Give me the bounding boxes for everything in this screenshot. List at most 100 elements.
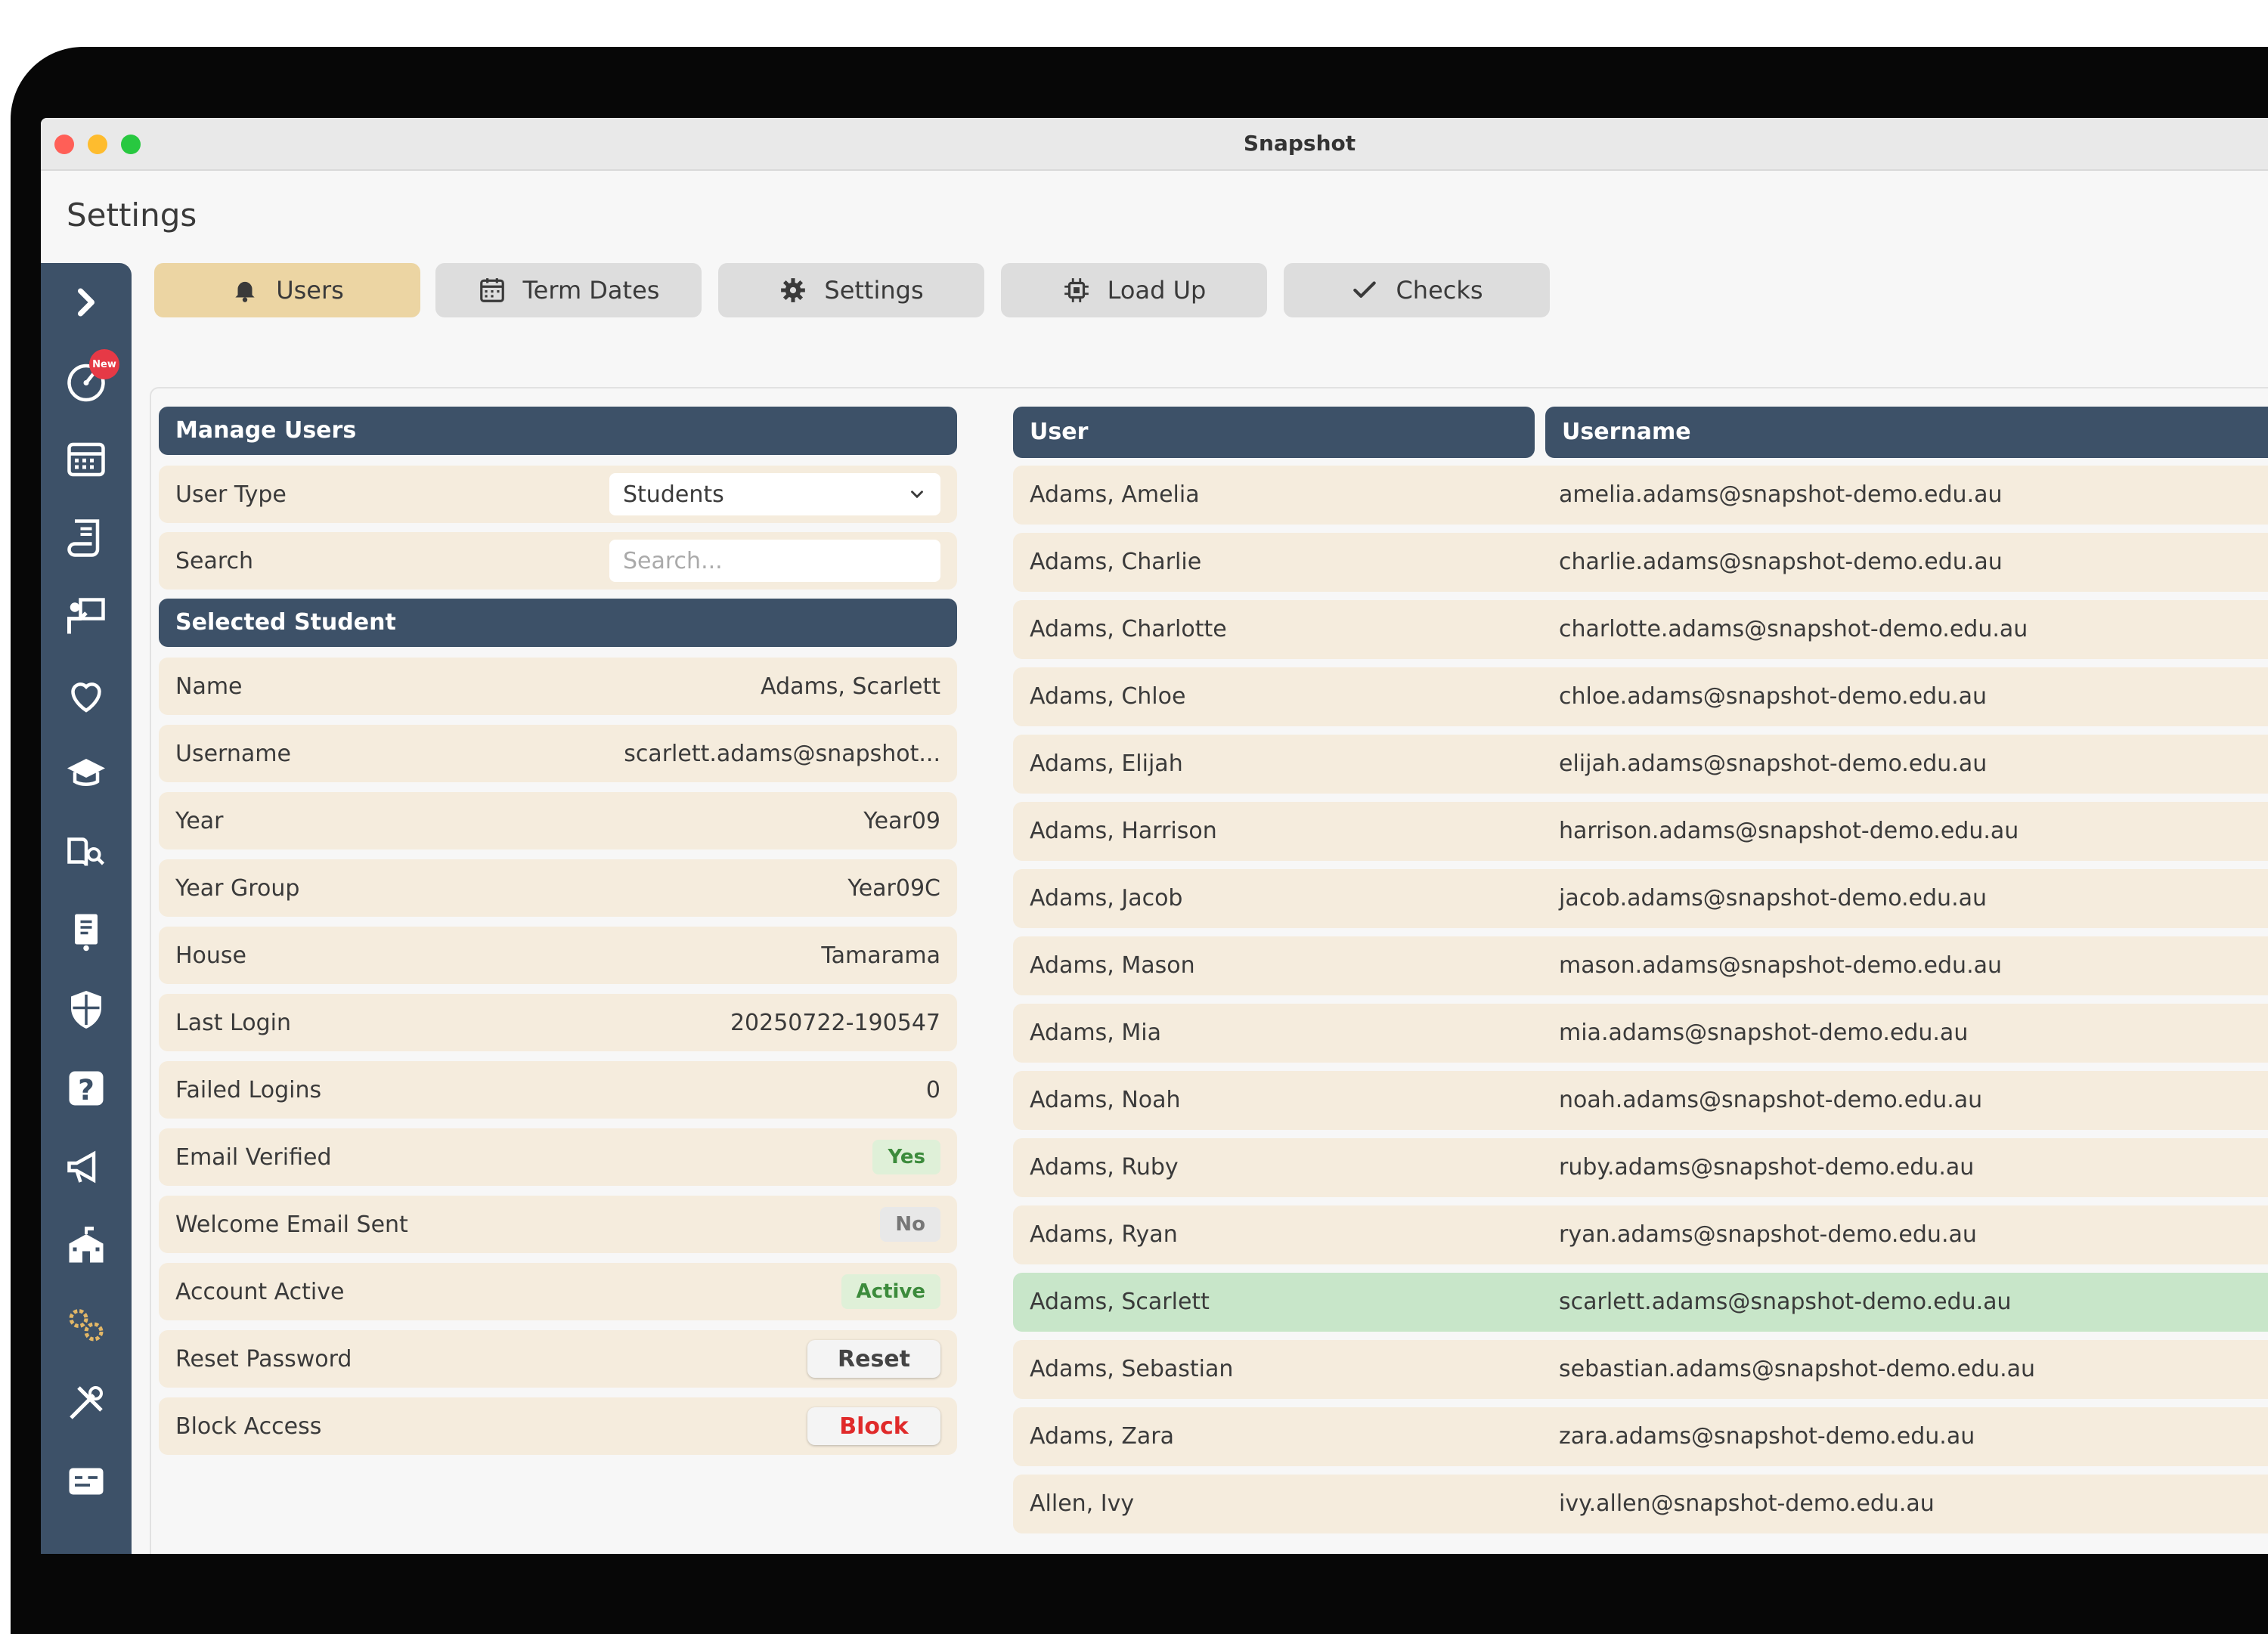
- sidebar-item-library[interactable]: [62, 828, 110, 877]
- sidebar-item-scroll[interactable]: [62, 514, 110, 562]
- user-cell: Adams, Harrison: [1030, 818, 1217, 844]
- account-active-badge: Active: [841, 1274, 940, 1309]
- sidebar-item-configuration[interactable]: [62, 1300, 110, 1348]
- email-verified-row: Email Verified Yes: [159, 1128, 957, 1186]
- table-row[interactable]: Adams, Amelia amelia.adams@snapshot-demo.…: [1013, 466, 2268, 525]
- document-icon: [75, 914, 98, 952]
- tab-checks[interactable]: Checks: [1284, 263, 1550, 317]
- svg-text:?: ?: [78, 1073, 94, 1106]
- field-label: Block Access: [175, 1413, 322, 1440]
- teacher-icon: [67, 598, 105, 634]
- username-cell: ruby.adams@snapshot-demo.edu.au: [1559, 1154, 1975, 1181]
- app-window: Snapshot Settings New ? Users Term Dates…: [41, 118, 2268, 1554]
- field-label: Email Verified: [175, 1143, 332, 1171]
- tab-label: Load Up: [1107, 276, 1207, 305]
- table-row[interactable]: Adams, Mia mia.adams@snapshot-demo.edu.au: [1013, 1004, 2268, 1063]
- field-label: Failed Logins: [175, 1076, 322, 1103]
- chevron-right-icon: [78, 288, 94, 317]
- table-row[interactable]: Adams, Charlotte charlotte.adams@snapshot…: [1013, 600, 2268, 659]
- sidebar-item-academics[interactable]: [62, 750, 110, 798]
- welcome-email-badge: No: [880, 1207, 940, 1242]
- tab-label: Settings: [824, 276, 924, 305]
- sidebar-item-security[interactable]: [62, 986, 110, 1034]
- username-cell: mason.adams@snapshot-demo.edu.au: [1559, 952, 2002, 979]
- last-login-row: Last Login 20250722-190547: [159, 994, 957, 1051]
- table-row[interactable]: Adams, Harrison harrison.adams@snapshot-d…: [1013, 802, 2268, 861]
- table-row[interactable]: Adams, Zara zara.adams@snapshot-demo.edu.…: [1013, 1407, 2268, 1466]
- field-label: Name: [175, 673, 243, 700]
- username-cell: charlotte.adams@snapshot-demo.edu.au: [1559, 616, 2028, 642]
- sidebar: New ?: [41, 263, 132, 1554]
- block-access-row: Block Access Block: [159, 1397, 957, 1455]
- search-row: Search: [159, 532, 957, 590]
- title-bar: Snapshot: [41, 118, 2268, 171]
- username-cell: zara.adams@snapshot-demo.edu.au: [1559, 1423, 1975, 1450]
- selected-student-header: Selected Student: [159, 599, 957, 647]
- window-title: Snapshot: [1243, 131, 1356, 156]
- username-cell: scarlett.adams@snapshot-demo.edu.au: [1559, 1289, 2012, 1315]
- gears-icon: [69, 1309, 104, 1342]
- field-label: Username: [175, 740, 291, 767]
- calendar-icon: [479, 278, 504, 302]
- table-row[interactable]: Adams, Chloe chloe.adams@snapshot-demo.ed…: [1013, 667, 2268, 726]
- email-verified-badge: Yes: [872, 1140, 940, 1174]
- tab-term-dates[interactable]: Term Dates: [435, 263, 702, 317]
- sidebar-item-teaching[interactable]: [62, 593, 110, 641]
- id-card-icon: [69, 1468, 104, 1495]
- chip-icon: [1064, 278, 1089, 302]
- user-cell: Adams, Mia: [1030, 1020, 1161, 1046]
- book-search-icon: [67, 837, 105, 866]
- field-label: House: [175, 942, 247, 969]
- sidebar-item-tools[interactable]: [62, 1379, 110, 1427]
- tab-label: Checks: [1396, 276, 1483, 305]
- user-cell: Adams, Chloe: [1030, 683, 1186, 710]
- field-value: 20250722-190547: [730, 1009, 940, 1036]
- user-type-row: User Type Students: [159, 466, 957, 523]
- sidebar-item-reports[interactable]: [62, 907, 110, 955]
- column-header-user[interactable]: User: [1013, 407, 1535, 458]
- failed-logins-row: Failed Logins 0: [159, 1061, 957, 1119]
- tab-settings[interactable]: Settings: [718, 263, 984, 317]
- sidebar-item-calendar[interactable]: [62, 435, 110, 484]
- table-row[interactable]: Adams, Ryan ryan.adams@snapshot-demo.edu.…: [1013, 1205, 2268, 1264]
- table-row[interactable]: Adams, Mason mason.adams@snapshot-demo.ed…: [1013, 936, 2268, 995]
- house-row: House Tamarama: [159, 927, 957, 984]
- check-icon: [1353, 281, 1377, 298]
- reset-password-button[interactable]: Reset: [807, 1340, 940, 1378]
- sidebar-item-school[interactable]: [62, 1221, 110, 1270]
- sidebar-item-dashboard[interactable]: New: [62, 349, 119, 405]
- username-row: Username scarlett.adams@snapshot...: [159, 725, 957, 782]
- username-cell: amelia.adams@snapshot-demo.edu.au: [1559, 481, 2003, 508]
- user-cell: Adams, Noah: [1030, 1087, 1181, 1113]
- user-type-select[interactable]: Students: [609, 473, 940, 515]
- tab-users[interactable]: Users: [154, 263, 420, 317]
- user-cell: Adams, Sebastian: [1030, 1356, 1234, 1382]
- sidebar-expand-button[interactable]: [62, 278, 110, 326]
- tab-load-up[interactable]: Load Up: [1001, 263, 1267, 317]
- username-cell: jacob.adams@snapshot-demo.edu.au: [1559, 885, 1988, 911]
- table-row[interactable]: Allen, Ivy ivy.allen@snapshot-demo.edu.au: [1013, 1475, 2268, 1533]
- search-input[interactable]: [609, 540, 940, 582]
- table-row[interactable]: Adams, Elijah elijah.adams@snapshot-demo.…: [1013, 735, 2268, 794]
- username-cell: charlie.adams@snapshot-demo.edu.au: [1559, 549, 2003, 575]
- calendar-icon: [67, 442, 105, 477]
- sidebar-item-help[interactable]: ?: [62, 1064, 110, 1113]
- table-row[interactable]: Adams, Charlie charlie.adams@snapshot-dem…: [1013, 533, 2268, 592]
- table-row[interactable]: Adams, Ruby ruby.adams@snapshot-demo.edu.…: [1013, 1138, 2268, 1197]
- new-badge: New: [89, 349, 119, 379]
- sidebar-item-announcements[interactable]: [62, 1143, 110, 1191]
- sidebar-item-id-cards[interactable]: [62, 1457, 110, 1506]
- field-value: 0: [925, 1076, 940, 1103]
- field-value: Tamarama: [821, 942, 940, 969]
- table-row[interactable]: Adams, Sebastian sebastian.adams@snapshot…: [1013, 1340, 2268, 1399]
- user-cell: Adams, Mason: [1030, 952, 1195, 979]
- table-row-selected[interactable]: Adams, Scarlett scarlett.adams@snapshot-d…: [1013, 1273, 2268, 1332]
- tab-label: Term Dates: [522, 276, 660, 305]
- table-row[interactable]: Adams, Jacob jacob.adams@snapshot-demo.ed…: [1013, 869, 2268, 928]
- table-row[interactable]: Adams, Noah noah.adams@snapshot-demo.edu.…: [1013, 1071, 2268, 1130]
- bell-icon: [235, 281, 255, 302]
- search-label: Search: [175, 547, 254, 574]
- block-access-button[interactable]: Block: [807, 1407, 940, 1445]
- sidebar-item-wellbeing[interactable]: [62, 671, 110, 720]
- column-header-username[interactable]: Username: [1545, 407, 2268, 458]
